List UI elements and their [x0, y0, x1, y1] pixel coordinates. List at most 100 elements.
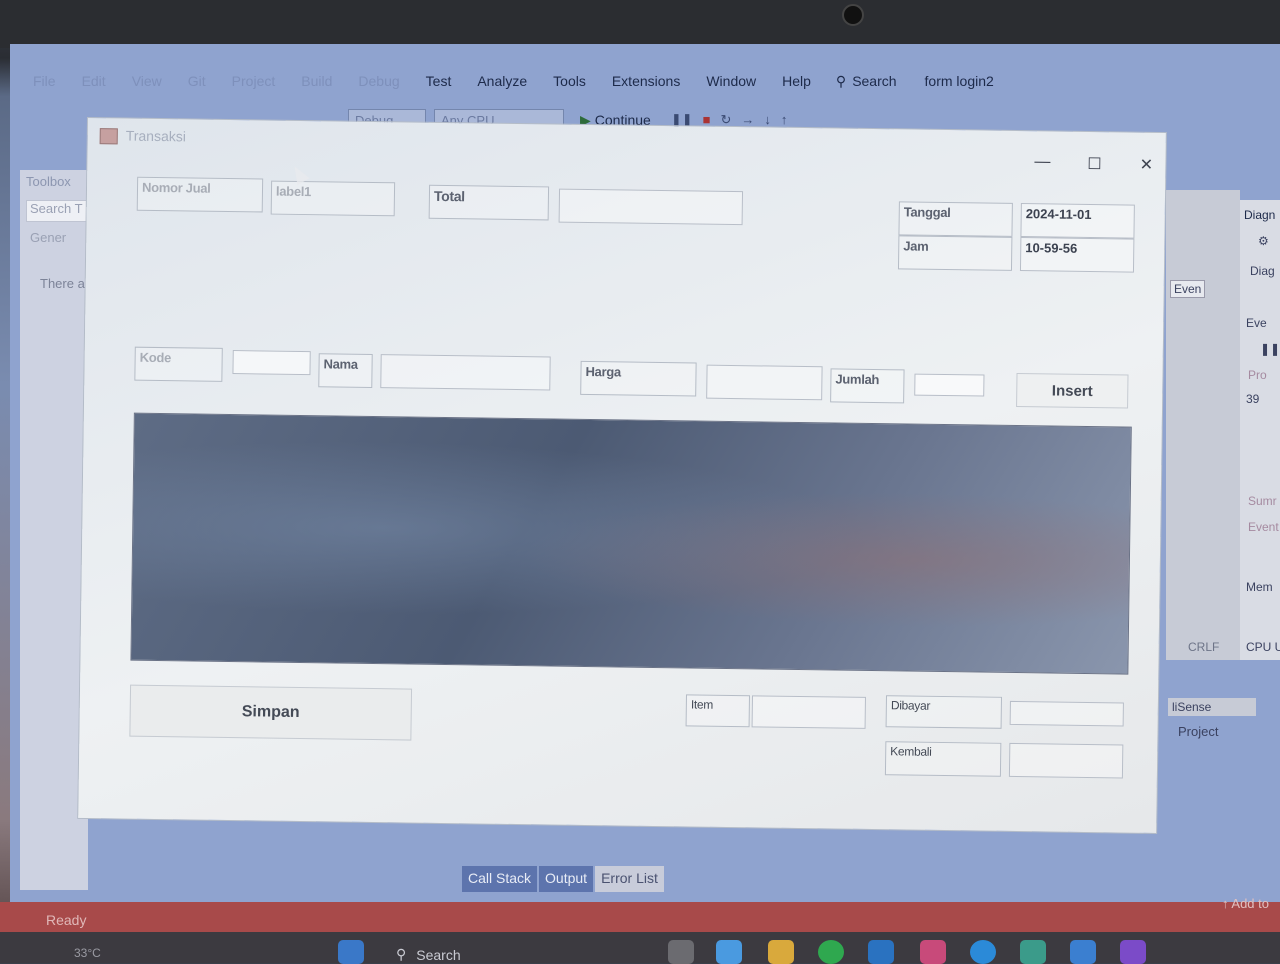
dibayar-field[interactable]: [1009, 700, 1124, 727]
menu-project[interactable]: Project: [219, 73, 289, 89]
whatsapp-icon[interactable]: [818, 940, 844, 964]
label-dibayar: Dibayar: [885, 695, 1003, 729]
harga-field[interactable]: [706, 364, 823, 401]
diag-summary: Sumr: [1248, 494, 1277, 508]
crlf-label: CRLF: [1188, 640, 1220, 654]
events-combo[interactable]: Even: [1170, 280, 1206, 298]
jam-field[interactable]: 10-59-56: [1019, 237, 1135, 273]
menu-view[interactable]: View: [119, 73, 175, 89]
step-into-icon[interactable]: ↓: [764, 112, 771, 128]
weather-widget[interactable]: 33°C: [74, 946, 101, 960]
menu-debug[interactable]: Debug: [345, 73, 412, 89]
taskview-icon[interactable]: [668, 940, 694, 964]
file-explorer-icon[interactable]: [768, 940, 794, 964]
diag-pause-icon[interactable]: ❚❚: [1260, 342, 1280, 356]
toolbox-general-group[interactable]: Gener: [30, 230, 66, 245]
menu-window[interactable]: Window: [693, 73, 769, 89]
app-icon[interactable]: [920, 940, 946, 964]
menu-tools[interactable]: Tools: [540, 73, 599, 89]
ide-search[interactable]: ⚲ Search: [836, 73, 897, 90]
label-jumlah: Jumlah: [830, 368, 905, 404]
maximize-icon[interactable]: ☐: [1079, 154, 1109, 174]
diag-process: Pro: [1248, 368, 1267, 382]
form-title: Transaksi: [125, 127, 187, 145]
restart-icon[interactable]: ↻: [720, 112, 731, 128]
store-icon[interactable]: [868, 940, 894, 964]
properties-panel: Even CRLF: [1166, 190, 1240, 660]
minimize-icon[interactable]: —: [1027, 153, 1057, 171]
project-title: form login2: [924, 73, 994, 89]
datagrid-background: [131, 413, 1131, 674]
visual-studio-icon[interactable]: [1120, 940, 1146, 964]
insert-button[interactable]: Insert: [1016, 372, 1129, 409]
bottom-tool-tabs: Call Stack Output Error List: [462, 866, 664, 892]
tab-output[interactable]: Output: [539, 866, 594, 892]
webcam: [842, 4, 864, 26]
label-tanggal: Tanggal: [898, 201, 1013, 237]
menu-bar: File Edit View Git Project Build Debug T…: [20, 62, 1280, 100]
transaction-datagrid[interactable]: [130, 412, 1132, 675]
ide-search-label: Search: [852, 73, 897, 89]
close-icon[interactable]: ✕: [1131, 155, 1161, 175]
kode-field[interactable]: [232, 350, 311, 376]
item-field[interactable]: [751, 695, 866, 729]
taskbar-search[interactable]: ⚲ Search: [396, 946, 461, 963]
menu-edit[interactable]: Edit: [69, 73, 119, 89]
label-kembali: Kembali: [884, 741, 1002, 777]
label-kode: Kode: [134, 346, 223, 382]
menu-git[interactable]: Git: [175, 73, 219, 89]
add-to-source-control[interactable]: ↑ Add to: [1222, 896, 1269, 911]
label-nama: Nama: [318, 353, 373, 388]
app2-icon[interactable]: [1020, 940, 1046, 964]
total-field[interactable]: [558, 188, 744, 226]
diag-value: 39: [1246, 392, 1260, 406]
kembali-field[interactable]: [1008, 742, 1124, 779]
transaksi-form: Transaksi — ☐ ✕ Nomor Jual label1 Total …: [78, 118, 1166, 833]
tanggal-field[interactable]: 2024-11-01: [1020, 203, 1135, 239]
gear-icon[interactable]: ⚙: [1258, 234, 1269, 248]
menu-help[interactable]: Help: [769, 73, 824, 89]
simpan-button[interactable]: Simpan: [129, 684, 413, 741]
copilot-icon[interactable]: [716, 940, 742, 964]
add-to-label: Add to: [1231, 896, 1269, 911]
toolbox-title: Toolbox: [26, 174, 71, 189]
project-tab[interactable]: Project: [1178, 724, 1218, 739]
menu-file[interactable]: File: [20, 73, 69, 89]
nama-field[interactable]: [380, 354, 551, 391]
tab-error-list[interactable]: Error List: [595, 866, 664, 892]
start-icon[interactable]: [338, 940, 364, 964]
jumlah-field[interactable]: [914, 373, 985, 397]
label-label1: label1: [270, 180, 396, 217]
step-over-icon[interactable]: →: [741, 112, 754, 128]
diag-events-tab: Event: [1248, 520, 1279, 534]
menu-test[interactable]: Test: [413, 73, 465, 89]
tab-call-stack[interactable]: Call Stack: [462, 866, 538, 892]
isense-combo[interactable]: liSense: [1168, 698, 1256, 716]
label-harga: Harga: [580, 360, 697, 397]
laptop-bezel: [0, 0, 1280, 48]
menu-analyze[interactable]: Analyze: [464, 73, 540, 89]
search-icon: ⚲: [835, 72, 847, 89]
menu-build[interactable]: Build: [288, 73, 345, 89]
edge-icon[interactable]: [970, 940, 996, 964]
diag-memory: Mem: [1246, 580, 1273, 594]
status-bar: [0, 902, 1280, 932]
toolbox-empty-text: There a: [40, 276, 85, 291]
status-text: Ready: [46, 912, 87, 928]
label-total: Total: [428, 184, 550, 221]
form-icon: [99, 128, 118, 145]
diag-tab[interactable]: Diag: [1250, 264, 1275, 278]
label-item: Item: [685, 694, 751, 728]
diag-cpu: CPU U: [1246, 640, 1280, 654]
diag-title: Diagn: [1244, 208, 1276, 222]
label-jam: Jam: [897, 235, 1013, 271]
toolbox-search-input[interactable]: Search T: [26, 200, 91, 222]
stop-icon[interactable]: ■: [703, 112, 711, 128]
label-nomor-jual: Nomor Jual: [136, 176, 264, 213]
step-out-icon[interactable]: ↑: [781, 112, 788, 128]
menu-extensions[interactable]: Extensions: [599, 73, 693, 89]
diag-events: Eve: [1246, 316, 1267, 330]
diagnostic-tools-panel: Diagn ⚙ Diag Eve ❚❚ Pro 39 Sumr Event Me…: [1240, 200, 1280, 660]
taskbar-search-label: Search: [416, 946, 461, 963]
vscode-icon[interactable]: [1070, 940, 1096, 964]
